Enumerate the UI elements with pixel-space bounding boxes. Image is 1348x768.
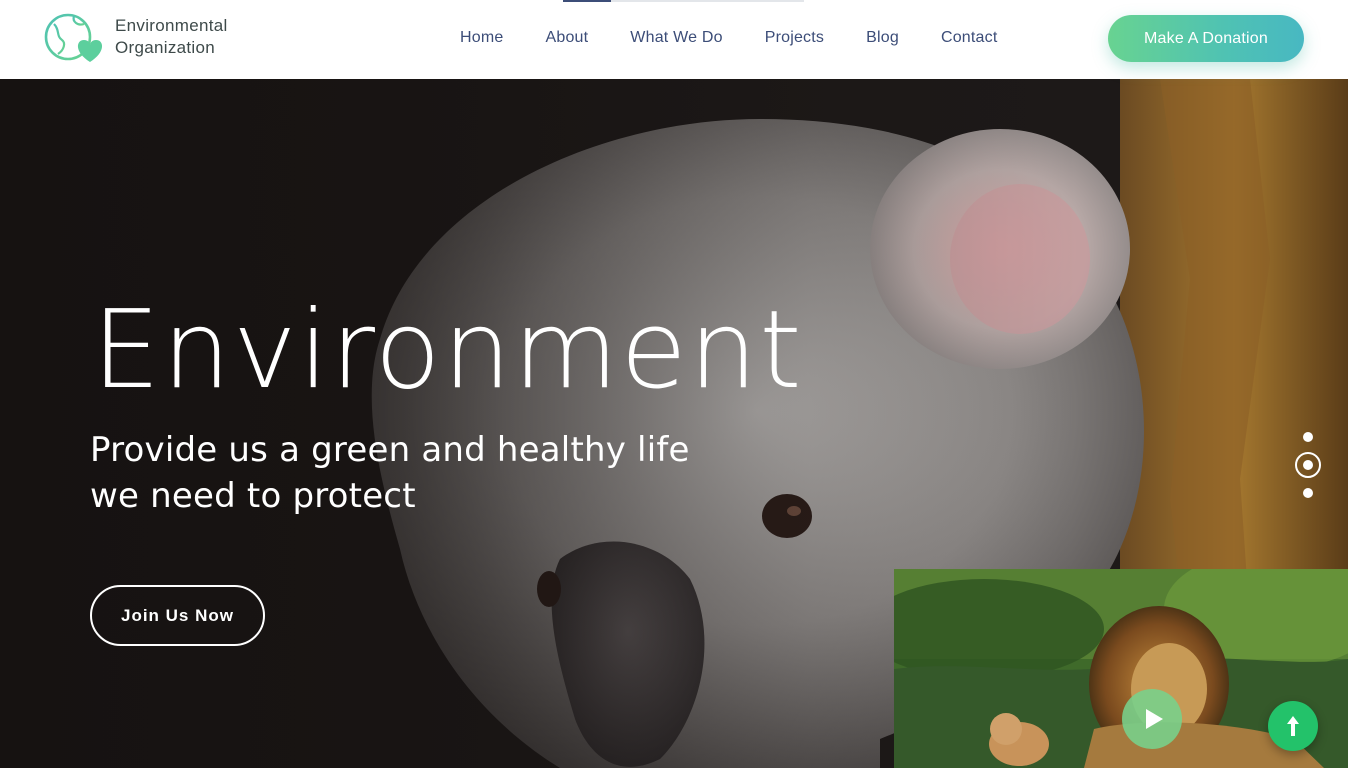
nav-item-blog[interactable]: Blog — [866, 28, 899, 48]
slider-dot-2-active[interactable] — [1295, 452, 1321, 478]
hero-subtitle-line1: Provide us a green and healthy life — [90, 430, 690, 470]
nav-indicator-active — [563, 0, 611, 2]
hero-subtitle-line2: we need to protect — [90, 476, 416, 516]
brand-name-line1: Environmental — [115, 16, 228, 35]
hero-subtitle: Provide us a green and healthy life we n… — [90, 427, 690, 519]
nav-item-projects[interactable]: Projects — [765, 28, 824, 48]
nav-item-what-we-do[interactable]: What We Do — [630, 28, 722, 48]
hero-section: Environment Provide us a green and healt… — [0, 79, 1348, 768]
nav-item-about[interactable]: About — [545, 28, 588, 48]
brand-name-line2: Organization — [115, 38, 215, 57]
globe-heart-icon — [44, 13, 103, 62]
back-to-top-button[interactable] — [1268, 701, 1318, 751]
arrow-up-icon — [1287, 716, 1299, 736]
site-logo[interactable]: Environmental Organization — [44, 12, 228, 68]
site-header: Environmental Organization Home About Wh… — [0, 0, 1348, 79]
nav-item-contact[interactable]: Contact — [941, 28, 998, 48]
slider-pagination — [1295, 429, 1321, 501]
main-nav: Home About What We Do Projects Blog Cont… — [460, 28, 1039, 48]
slider-dot-1[interactable] — [1303, 432, 1313, 442]
play-icon — [1146, 709, 1163, 729]
nav-item-home[interactable]: Home — [460, 28, 503, 48]
hero-title: Environment — [92, 288, 804, 413]
join-us-now-button[interactable]: Join Us Now — [90, 585, 265, 646]
slider-dot-3[interactable] — [1303, 488, 1313, 498]
nav-scroll-indicator — [563, 0, 804, 2]
make-donation-button[interactable]: Make A Donation — [1108, 15, 1304, 62]
play-video-button[interactable] — [1122, 689, 1182, 749]
